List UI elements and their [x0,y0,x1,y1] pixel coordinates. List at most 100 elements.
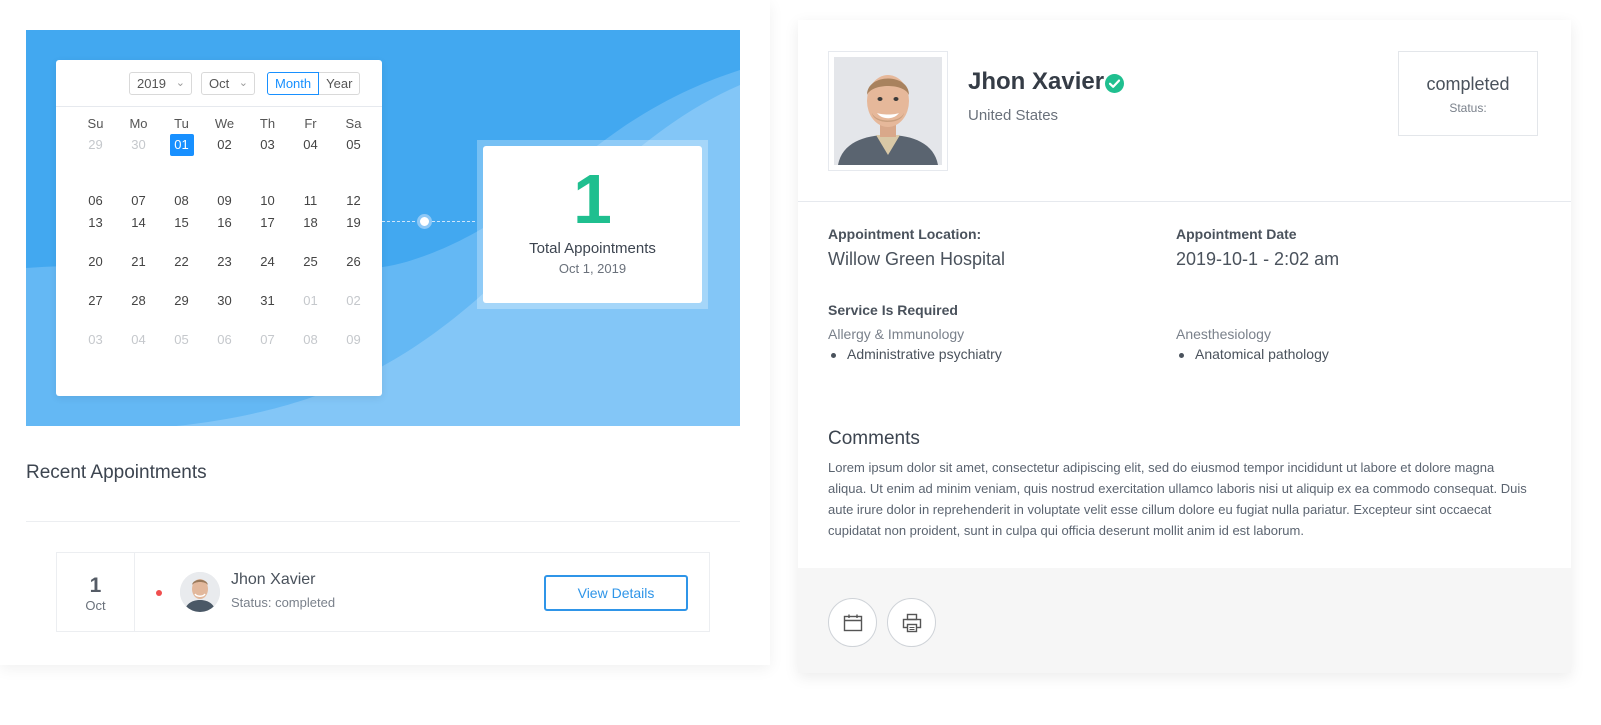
weekday-label: Fr [304,116,317,131]
calendar-day[interactable]: 13 [74,212,117,251]
calendar-day[interactable]: 12 [332,190,375,212]
appointment-date-value: 2019-10-1 - 2:02 am [1176,249,1340,269]
calendar-day[interactable]: 09 [203,190,246,212]
year-mode-button[interactable]: Year [319,72,361,95]
calendar-day[interactable]: 06 [74,190,117,212]
weekday-label: Th [259,116,276,131]
appointment-day: 1 [89,574,102,597]
calendar-day[interactable]: 23 [203,251,246,290]
service-item: Anatomical pathology [1179,346,1329,362]
calendar-day-selected[interactable]: 01 [160,134,203,173]
calendar-day[interactable]: 07 [246,329,289,368]
total-appointments-count: 1 [573,160,612,238]
weekday-header-row: Su Mo Tu We Th Fr Sa [74,116,382,134]
calendar-day[interactable]: 14 [117,212,160,251]
appointments-overview-panel: 2019 ⌄ Oct ⌄ Month Year Su Mo Tu We Th F… [0,0,770,665]
appointment-date-block: 1 Oct [57,553,135,631]
calendar-week-row: 20 21 22 23 24 25 26 [74,251,382,290]
weekday-label: Mo [129,116,148,131]
calendar-week-row: 06 07 08 09 10 11 12 [74,173,382,212]
month-mode-button[interactable]: Month [267,72,320,95]
calendar-day[interactable]: 30 [203,290,246,329]
total-appointments-card: 1 Total Appointments Oct 1, 2019 [483,146,702,303]
calendar-day[interactable]: 16 [203,212,246,251]
divider [798,201,1571,202]
appointment-patient-name: Jhon Xavier [231,571,316,588]
connector-dot [417,214,432,229]
print-button[interactable] [887,598,936,647]
total-appointments-card-frame: 1 Total Appointments Oct 1, 2019 [477,140,708,309]
appointment-location-label: Appointment Location: [828,226,982,242]
month-select[interactable]: Oct ⌄ [201,72,255,95]
calendar-day[interactable]: 20 [74,251,117,290]
calendar-day[interactable]: 25 [289,251,332,290]
appointment-detail-panel: Jhon Xavier United States completed Stat… [798,20,1571,673]
year-select-value: 2019 [137,76,166,91]
appointment-location-value: Willow Green Hospital [828,249,1006,269]
calendar-grid: Su Mo Tu We Th Fr Sa 29 30 01 02 03 04 0… [74,116,382,368]
patient-photo [834,57,942,165]
calendar-day[interactable]: 29 [160,290,203,329]
services-label: Service Is Required [828,302,958,318]
patient-photo-frame [828,51,948,171]
status-label: Status: [1449,101,1487,115]
year-select[interactable]: 2019 ⌄ [129,72,192,95]
recent-appointments-title: Recent Appointments [26,462,207,483]
status-box: completed Status: [1398,51,1538,136]
calendar-day[interactable]: 04 [117,329,160,368]
calendar-day[interactable]: 22 [160,251,203,290]
service-item: Administrative psychiatry [831,346,1002,362]
calendar-day[interactable]: 06 [203,329,246,368]
calendar-day[interactable]: 01 [289,290,332,329]
comments-text: Lorem ipsum dolor sit amet, consectetur … [828,460,1527,538]
calendar-day[interactable]: 02 [332,290,375,329]
chevron-down-icon: ⌄ [238,77,248,89]
total-appointments-label: Total Appointments [529,240,656,257]
calendar-mode-toggle: Month Year [267,72,361,95]
calendar-day[interactable]: 08 [160,190,203,212]
calendar-day[interactable]: 11 [289,190,332,212]
calendar-day[interactable]: 24 [246,251,289,290]
calendar-day[interactable]: 26 [332,251,375,290]
calendar-day[interactable]: 15 [160,212,203,251]
patient-name: Jhon Xavier [968,68,1105,95]
printer-icon [902,613,922,633]
calendar-day[interactable]: 09 [332,329,375,368]
view-details-button[interactable]: View Details [544,575,688,611]
calendar-day[interactable]: 17 [246,212,289,251]
calendar-week-row: 03 04 05 06 07 08 09 [74,329,382,368]
calendar-day[interactable]: 18 [289,212,332,251]
weekday-label: Sa [345,116,362,131]
calendar-day[interactable]: 29 [74,134,117,173]
calendar-day[interactable]: 02 [203,134,246,173]
calendar-day[interactable]: 07 [117,190,160,212]
calendar-week-row: 13 14 15 16 17 18 19 [74,212,382,251]
status-value: completed [1426,74,1510,94]
detail-actions-footer [798,568,1571,673]
calendar-day[interactable]: 28 [117,290,160,329]
calendar-day[interactable]: 27 [74,290,117,329]
calendar-day[interactable]: 08 [289,329,332,368]
appointment-date-label: Appointment Date [1176,226,1297,242]
calendar-day[interactable]: 31 [246,290,289,329]
calendar-day[interactable]: 05 [332,134,375,173]
chevron-down-icon: ⌄ [175,77,185,89]
calendar-header: 2019 ⌄ Oct ⌄ Month Year [56,60,382,107]
status-dot [156,590,162,596]
calendar-button[interactable] [828,598,877,647]
calendar-day[interactable]: 03 [74,329,117,368]
calendar-day[interactable]: 04 [289,134,332,173]
appointment-list-item: 1 Oct Jhon Xavier Status: completed View… [56,552,710,632]
calendar-day[interactable]: 21 [117,251,160,290]
check-circle-icon [1105,74,1124,93]
total-appointments-date: Oct 1, 2019 [558,261,627,276]
calendar-day[interactable]: 03 [246,134,289,173]
patient-country: United States [968,107,1059,124]
calendar-day[interactable]: 10 [246,190,289,212]
calendar-day[interactable]: 19 [332,212,375,251]
comments-title: Comments [828,428,920,449]
calendar-day[interactable]: 05 [160,329,203,368]
service-name: Anesthesiology [1176,326,1271,342]
calendar-day[interactable]: 30 [117,134,160,173]
calendar-week-row: 27 28 29 30 31 01 02 [74,290,382,329]
